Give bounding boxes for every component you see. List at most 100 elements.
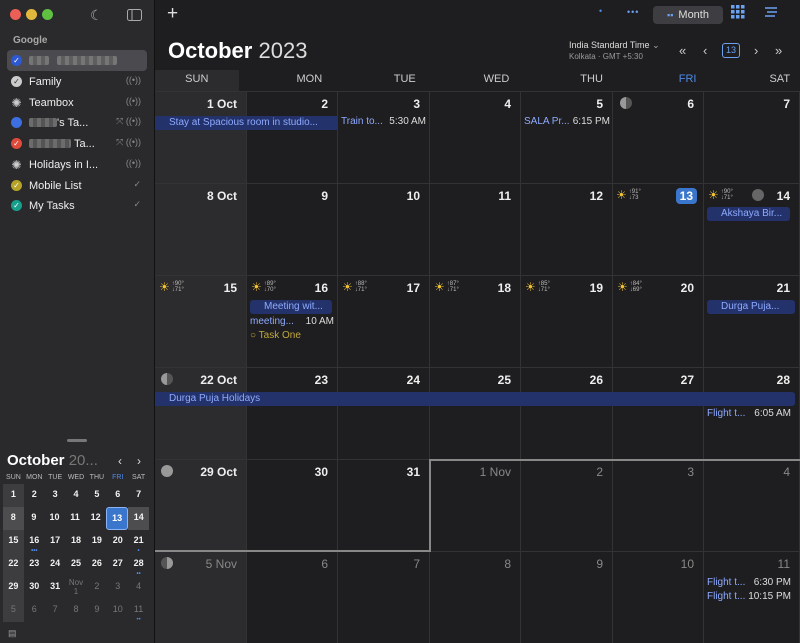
day-cell[interactable]: 9 (521, 551, 613, 643)
zoom-window-button[interactable] (42, 9, 53, 20)
calendar-item-teambox[interactable]: ✺ Teambox ((•)) (7, 92, 147, 113)
mini-day[interactable]: 19 (86, 530, 107, 553)
day-cell[interactable]: 8 (430, 551, 521, 643)
event-item[interactable]: Flight t... 10:15 PM (707, 591, 791, 602)
checked-icon[interactable]: ✓ (11, 200, 22, 211)
sun-dots-icon[interactable]: ✺ (11, 96, 22, 110)
day-cell[interactable]: 8 Oct (155, 183, 247, 275)
mini-day[interactable]: 26 (86, 553, 107, 576)
day-cell[interactable]: 7 (704, 91, 800, 183)
moon-icon[interactable]: ☾ (90, 7, 103, 24)
mini-day[interactable]: 17 (45, 530, 66, 553)
event-item[interactable]: SALA Pr... 6:15 PM (524, 116, 610, 127)
checked-icon[interactable]: ✓ (11, 138, 22, 149)
grid-icon[interactable] (731, 5, 745, 22)
calendar-item-holidays[interactable]: ✺ Holidays in I... ((•)) (7, 154, 147, 175)
mini-day-today[interactable]: 13 (105, 507, 129, 530)
mini-day[interactable]: 14 (128, 507, 150, 530)
day-cell[interactable]: 1 Oct (155, 91, 247, 183)
mini-day[interactable]: 20 (107, 530, 128, 553)
mini-prev-icon[interactable]: ‹ (118, 454, 122, 468)
event-bar[interactable]: Durga Puja Holidays (155, 392, 795, 406)
mini-day[interactable]: 24 (45, 553, 66, 576)
day-cell[interactable]: 2 (521, 459, 613, 551)
calendar-item-mobile-list[interactable]: ✓ Mobile List ✓ (7, 175, 147, 196)
day-cell[interactable]: 30 (247, 459, 338, 551)
mini-day[interactable]: 7 (128, 484, 149, 507)
mini-day[interactable]: 23 (24, 553, 45, 576)
calendar-item-my-tasks[interactable]: ✓ My Tasks ✓ (7, 195, 147, 216)
event-item[interactable]: meeting... 10 AM (250, 316, 334, 327)
day-cell[interactable]: 9 (247, 183, 338, 275)
mini-next-icon[interactable]: › (137, 454, 141, 468)
day-cell[interactable]: 3 (338, 91, 430, 183)
mini-day[interactable]: 18 (66, 530, 87, 553)
calendar-item-tasks-b[interactable]: ✓ Ta... ⤧ ((•)) (7, 133, 147, 154)
mini-day[interactable]: 28 •• (128, 553, 149, 577)
view-selector[interactable]: ▪▪ Month (653, 6, 723, 24)
mini-day[interactable]: 5 (86, 484, 107, 507)
calendar-small-icon[interactable]: ▤ (8, 628, 17, 639)
day-cell[interactable]: 10 (613, 551, 704, 643)
day-cell[interactable]: 10 (338, 183, 430, 275)
day-cell[interactable]: 27 (613, 367, 704, 459)
day-cell[interactable]: 12 (521, 183, 613, 275)
day-cell[interactable]: 2 (247, 91, 338, 183)
mini-day[interactable]: 3 (107, 576, 128, 599)
day-cell[interactable]: 4 (430, 91, 521, 183)
mini-day[interactable]: 11 •• (128, 599, 149, 623)
checked-icon[interactable]: ✓ (11, 76, 22, 87)
event-chip[interactable]: Akshaya Bir... (707, 207, 790, 221)
mini-day[interactable]: 10 (107, 599, 128, 622)
calendar-item-tasks-a[interactable]: 's Ta... ⤧ ((•)) (7, 112, 147, 133)
mini-day[interactable]: 7 (45, 599, 66, 622)
today-button[interactable]: 13 (722, 43, 740, 58)
mini-day[interactable]: 6 (107, 484, 128, 507)
mini-day[interactable]: 8 (3, 507, 24, 530)
event-item[interactable]: Flight t... 6:30 PM (707, 577, 791, 588)
mini-day[interactable]: 1 (3, 484, 24, 507)
mini-day[interactable]: 27 (107, 553, 128, 576)
resize-handle[interactable] (67, 439, 87, 442)
mini-day[interactable]: 11 (65, 507, 86, 530)
minimize-window-button[interactable] (26, 9, 37, 20)
task-item[interactable]: ○ Task One (250, 330, 301, 341)
color-dot-icon[interactable] (11, 117, 22, 128)
day-cell[interactable]: 5 (521, 91, 613, 183)
mini-day[interactable]: 9 (24, 507, 45, 530)
prev-year-icon[interactable]: « (679, 43, 686, 58)
list-icon[interactable] (765, 7, 778, 21)
day-cell[interactable]: 25 (430, 367, 521, 459)
day-cell[interactable]: 31 (338, 459, 430, 551)
mini-day[interactable]: 15 (3, 530, 24, 553)
mini-day[interactable]: 4 (66, 484, 87, 507)
dot-icon[interactable]: • (599, 6, 602, 16)
checked-icon[interactable]: ✓ (11, 180, 22, 191)
mini-day[interactable]: 31 (45, 576, 66, 599)
next-month-icon[interactable]: › (754, 43, 758, 58)
day-cell[interactable]: 6 (247, 551, 338, 643)
mini-day[interactable]: 16 ••• (24, 530, 45, 554)
sidebar-toggle-icon[interactable] (127, 8, 142, 24)
prev-month-icon[interactable]: ‹ (703, 43, 707, 58)
mini-day[interactable]: 25 (66, 553, 87, 576)
day-cell[interactable]: 4 (704, 459, 800, 551)
checked-icon[interactable]: ✓ (11, 55, 22, 66)
more-options-button[interactable]: ••• (627, 7, 639, 17)
event-item[interactable]: Flight t... 6:05 AM (707, 408, 791, 419)
day-cell[interactable]: 24 (338, 367, 430, 459)
event-chip[interactable]: Durga Puja... (707, 300, 795, 314)
event-bar[interactable]: Stay at Spacious room in studio... (155, 116, 338, 130)
mini-day[interactable]: 29 (3, 576, 24, 599)
timezone-selector[interactable]: India Standard Time ⌄ Kolkata · GMT +5:3… (569, 40, 660, 61)
day-cell[interactable]: 7 (338, 551, 430, 643)
calendar-item-primary[interactable]: ✓ (7, 50, 147, 71)
mini-day[interactable]: 22 (3, 553, 24, 576)
mini-day[interactable]: 2 (86, 576, 107, 599)
mini-day[interactable]: 21 • (128, 530, 149, 554)
mini-day[interactable]: 5 (3, 599, 24, 622)
event-chip[interactable]: Meeting wit... (250, 300, 332, 314)
sun-dots-icon[interactable]: ✺ (11, 158, 22, 172)
mini-day[interactable]: Nov 1 (66, 576, 87, 599)
mini-day[interactable]: 9 (86, 599, 107, 622)
